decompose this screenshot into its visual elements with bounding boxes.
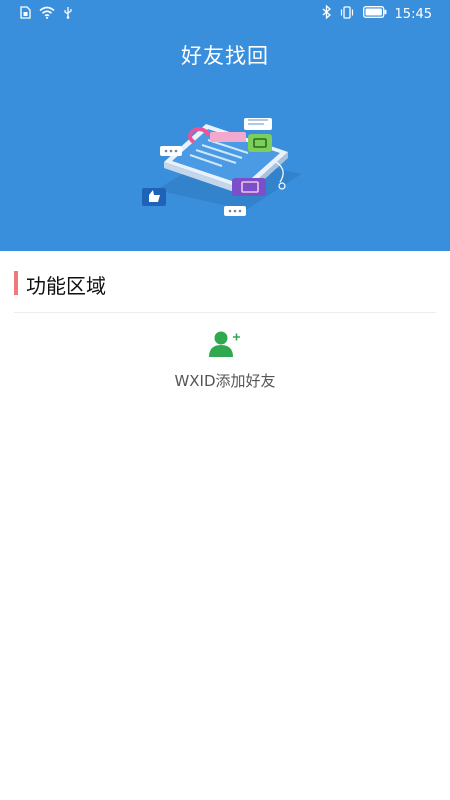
wifi-icon [39, 6, 55, 23]
app-screen: 15:45 好友找回 功能区域 WXID添加好友 [0, 0, 450, 800]
page-title: 好友找回 [181, 44, 269, 68]
sim-card-icon [20, 6, 31, 23]
function-section-header: 功能区域 [0, 251, 450, 313]
header-banner: 15:45 好友找回 [0, 0, 450, 251]
wxid-add-friend-button[interactable]: WXID添加好友 [150, 328, 300, 398]
function-label: WXID添加好友 [174, 372, 276, 390]
vibrate-icon [339, 5, 355, 23]
section-divider [14, 312, 436, 313]
phone-chat-illustration [136, 112, 306, 224]
section-accent-bar [14, 271, 18, 295]
bluetooth-icon [322, 4, 331, 23]
section-title: 功能区域 [26, 274, 106, 298]
status-time: 15:45 [394, 6, 432, 22]
add-user-icon [209, 330, 241, 358]
usb-icon [63, 6, 73, 23]
status-bar: 15:45 [0, 0, 450, 28]
battery-icon [362, 6, 387, 22]
